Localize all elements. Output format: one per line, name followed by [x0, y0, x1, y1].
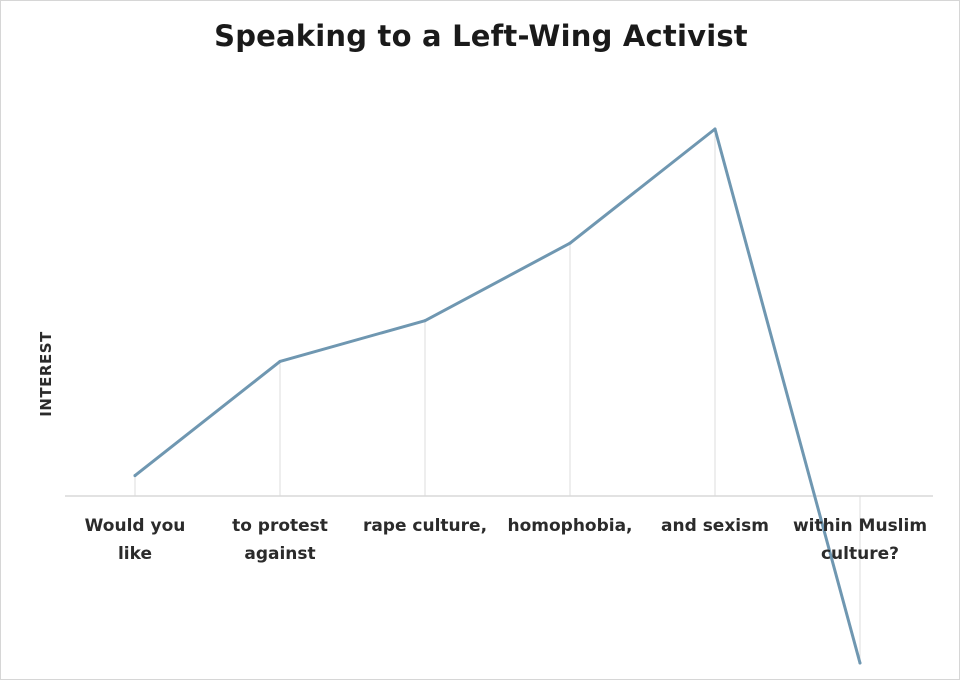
- x-tick-label-0: Would you like: [85, 516, 186, 564]
- gridlines: [134, 129, 861, 663]
- x-tick-label-3: homophobia,: [507, 516, 632, 536]
- x-tick-labels: Would you like to protest against rape cultu…: [85, 516, 927, 564]
- data-point-2: [423, 319, 427, 323]
- series-layer: [133, 127, 862, 665]
- x-tick-label-1: to protest against: [232, 516, 328, 564]
- chart-plot: Would you like to protest against rape cultu…: [37, 127, 933, 665]
- x-tick-label-2: rape culture,: [363, 516, 487, 536]
- data-point-4: [713, 127, 717, 131]
- data-point-1: [278, 359, 282, 363]
- x-tick-label-4: and sexism: [661, 516, 769, 536]
- y-axis-label: INTEREST: [37, 331, 55, 417]
- data-point-5: [858, 661, 862, 665]
- series-line: [133, 127, 862, 665]
- chart-frame: Speaking to a Left-Wing Activist Would y…: [0, 0, 960, 680]
- data-point-0: [133, 474, 137, 478]
- data-point-3: [568, 241, 572, 245]
